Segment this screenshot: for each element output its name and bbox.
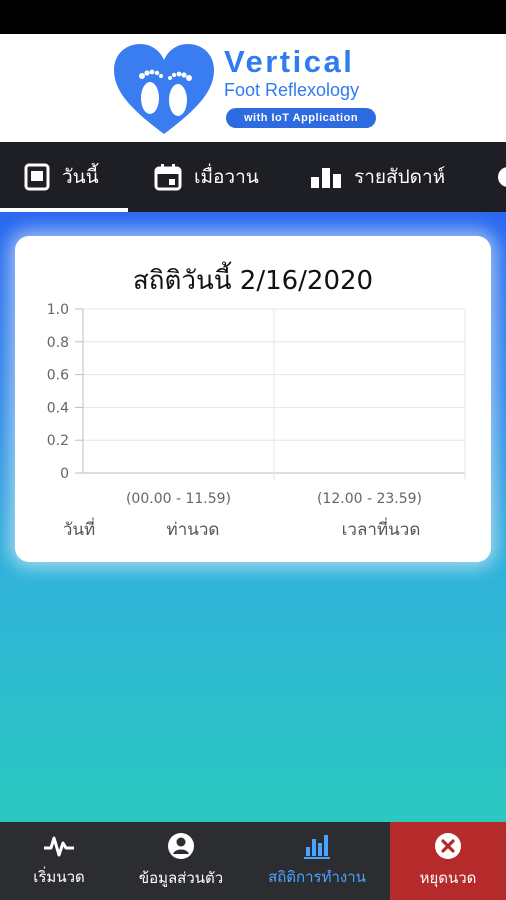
tab-today-label: วันนี้	[62, 166, 99, 188]
x-tick-label: (00.00 - 11.59)	[126, 491, 231, 507]
bottom-nav-stop-label: หยุดนวด	[419, 869, 477, 887]
user-circle-icon	[168, 833, 194, 859]
bar-chart-icon	[311, 168, 341, 188]
tab-bar: วันนี้ เมื่อวาน รายสัปดาห์	[0, 142, 506, 212]
pulse-icon	[44, 836, 74, 857]
tab-yesterday[interactable]: เมื่อวาน	[154, 142, 259, 212]
stats-card: 1.0 0.8 0.6 0.4 0.2 0 (00.00 - 11.59) (12.00 - …	[15, 236, 491, 562]
status-bar	[0, 0, 506, 34]
tab-weekly-label: รายสัปดาห์	[354, 166, 446, 188]
x-tick-label: (12.00 - 23.59)	[317, 491, 422, 507]
logo-subtitle: Foot Reflexology	[224, 80, 360, 100]
logo-title: Vertical	[224, 44, 355, 79]
logo-tagline: with IoT Application	[226, 108, 376, 128]
tab-today[interactable]: วันนี้	[24, 142, 99, 212]
bottom-nav-profile[interactable]: ข้อมูลส่วนตัว	[118, 822, 244, 900]
y-tick-label: 1.0	[47, 302, 69, 318]
heart-feet-logo-icon	[114, 44, 214, 134]
tablet-icon	[24, 163, 50, 191]
y-tick-label: 0	[60, 466, 69, 482]
bottom-nav-stats-label: สถิติการทำงาน	[268, 868, 366, 886]
y-tick-label: 0.2	[47, 433, 69, 449]
bottom-nav-start[interactable]: เริ่มนวด	[0, 822, 118, 900]
calendar-icon	[154, 164, 182, 191]
chart-row-label: เวลาที่นวด	[342, 517, 421, 540]
partial-tab-icon	[498, 167, 506, 187]
tab-yesterday-label: เมื่อวาน	[194, 166, 259, 188]
app-header: Vertical Foot Reflexology with IoT Appli…	[0, 34, 506, 142]
bottom-nav-stats[interactable]: สถิติการทำงาน	[244, 822, 390, 900]
chart-row-label: ท่านวด	[167, 520, 220, 540]
tab-more[interactable]	[496, 142, 506, 212]
stats-icon	[304, 835, 330, 859]
card-title: สถิติวันนี้ 2/16/2020	[132, 266, 374, 296]
bottom-nav: เริ่มนวด ข้อมูลส่วนตัว สถิติการทำงาน หยุ…	[0, 822, 506, 900]
bottom-nav-profile-label: ข้อมูลส่วนตัว	[138, 869, 224, 887]
y-tick-label: 0.6	[47, 368, 69, 384]
tab-weekly[interactable]: รายสัปดาห์	[310, 142, 445, 212]
close-circle-icon	[435, 833, 461, 859]
bottom-nav-start-label: เริ่มนวด	[33, 868, 85, 886]
main-content: 1.0 0.8 0.6 0.4 0.2 0 (00.00 - 11.59) (12.00 - …	[0, 212, 506, 822]
bottom-nav-stop[interactable]: หยุดนวด	[390, 822, 506, 900]
y-tick-label: 0.8	[47, 335, 69, 351]
chart-row-label: วันที่	[63, 517, 95, 540]
y-tick-label: 0.4	[47, 400, 69, 416]
